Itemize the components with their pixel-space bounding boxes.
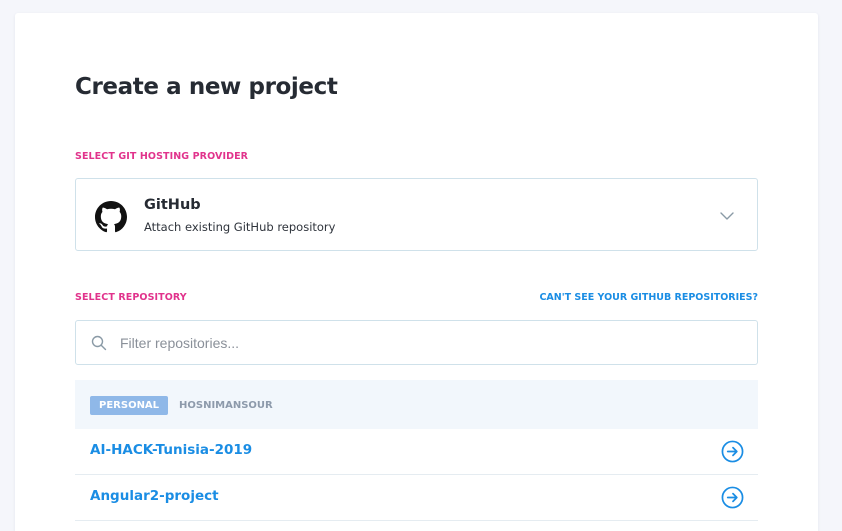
repository-section-label: SELECT REPOSITORY [75, 292, 187, 303]
repository-search-box [75, 320, 758, 365]
provider-description: Attach existing GitHub repository [144, 220, 336, 234]
chevron-down-icon[interactable] [719, 208, 735, 224]
provider-name: GitHub [144, 197, 201, 213]
account-name[interactable]: HOSNIMANSOUR [179, 400, 273, 411]
search-icon [91, 335, 107, 351]
repository-name[interactable]: Angular2-project [90, 488, 219, 504]
provider-section-label: SELECT GIT HOSTING PROVIDER [75, 151, 249, 162]
personal-account-badge[interactable]: PERSONAL [90, 396, 169, 415]
create-project-card: Create a new project SELECT GIT HOSTING … [15, 13, 818, 531]
repository-name[interactable]: AI-HACK-Tunisia-2019 [90, 442, 252, 458]
list-item[interactable]: AI-HACK-Tunisia-2019 [75, 429, 758, 475]
arrow-right-circle-icon[interactable] [721, 486, 744, 509]
repository-list: PERSONAL HOSNIMANSOUR AI-HACK-Tunisia-20… [75, 380, 758, 521]
arrow-right-circle-icon[interactable] [721, 440, 744, 463]
list-item[interactable]: Angular2-project [75, 475, 758, 521]
github-icon [95, 201, 127, 233]
repository-list-header: PERSONAL HOSNIMANSOUR [75, 380, 758, 429]
repository-search-input[interactable] [120, 321, 740, 364]
cant-see-repositories-link[interactable]: CAN'T SEE YOUR GITHUB REPOSITORIES? [539, 292, 758, 303]
page-title: Create a new project [75, 74, 338, 100]
provider-dropdown[interactable]: GitHub Attach existing GitHub repository [75, 178, 758, 251]
